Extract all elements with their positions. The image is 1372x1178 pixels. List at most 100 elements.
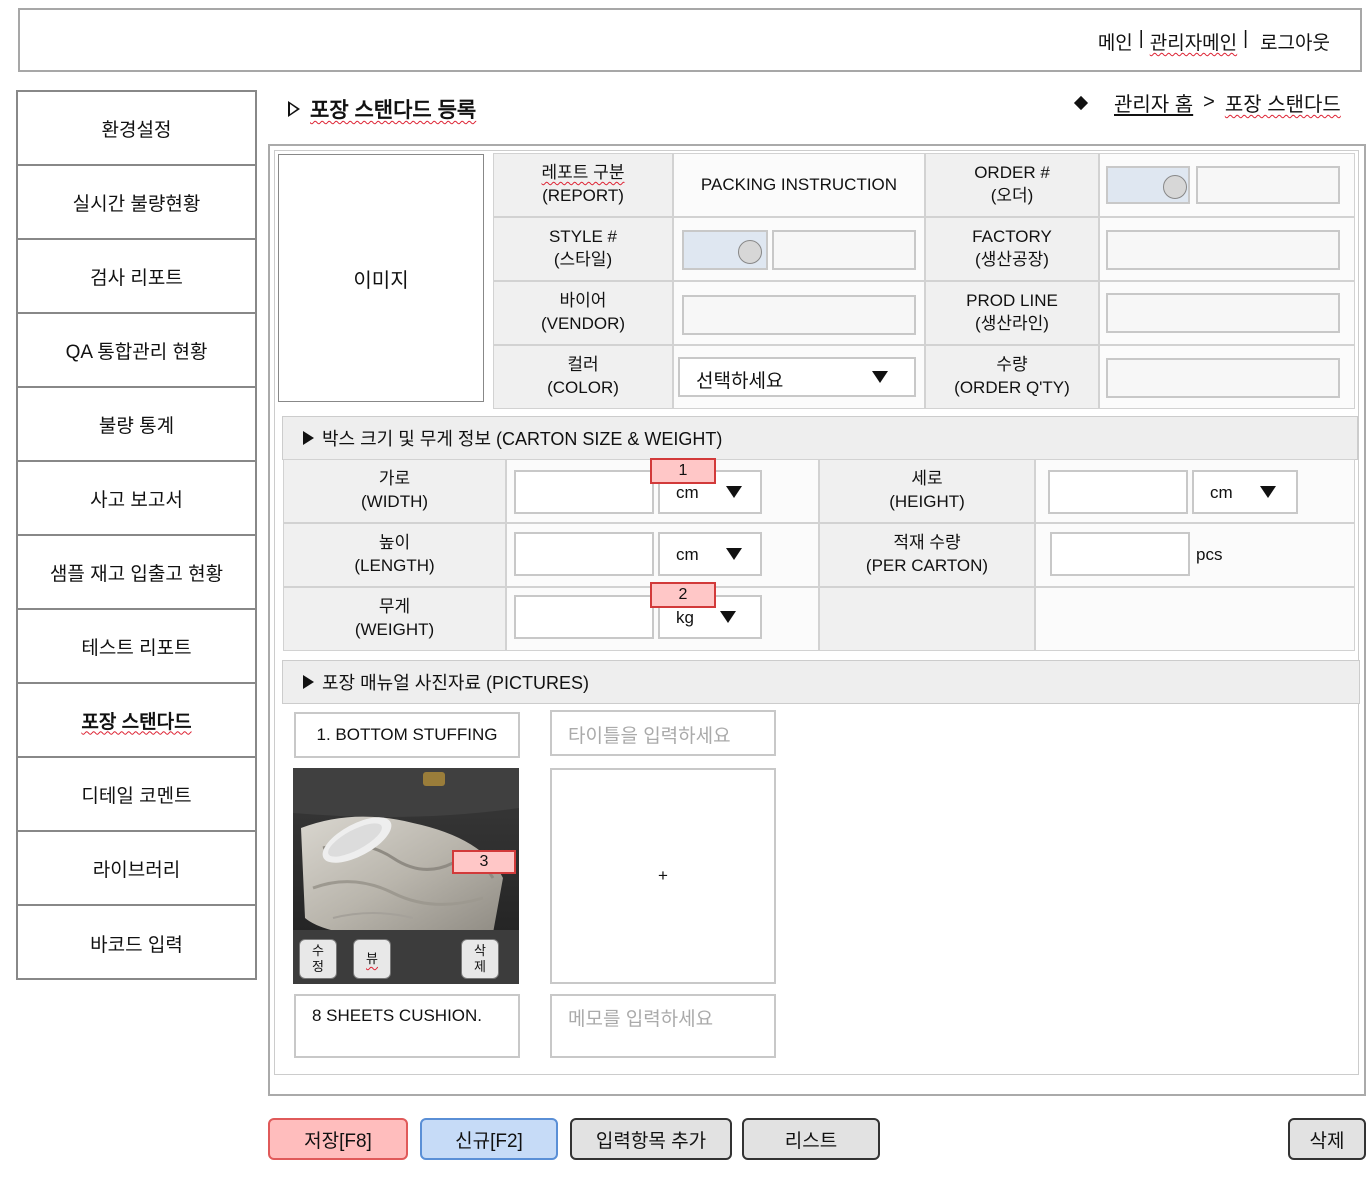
- view-photo-button[interactable]: 뷰: [353, 939, 391, 979]
- annotation-badge-1: 1: [650, 458, 716, 484]
- list-button-label: 리스트: [784, 1130, 838, 1152]
- image-upload-area[interactable]: 이미지: [278, 154, 484, 402]
- main-link[interactable]: 메인: [1098, 28, 1133, 55]
- delete-button-label: 삭제: [1309, 1130, 1345, 1152]
- prodline-input[interactable]: [1106, 293, 1340, 333]
- picture-memo-text: 8 SHEETS CUSHION.: [312, 1006, 483, 1025]
- sidebar-item-label: 바코드 입력: [90, 934, 183, 956]
- height-label-ko: 세로: [911, 469, 943, 489]
- qty-input[interactable]: [1106, 358, 1340, 398]
- empty-value-cell: [1035, 587, 1355, 651]
- length-label-en: (LENGTH): [354, 556, 435, 575]
- vendor-input[interactable]: [682, 295, 916, 335]
- picture-title-1[interactable]: 1. BOTTOM STUFFING: [294, 712, 520, 758]
- edit-photo-button[interactable]: 수정: [299, 939, 337, 979]
- add-photo-area[interactable]: +: [550, 768, 776, 984]
- sidebar: 환경설정 실시간 불량현황 검사 리포트 QA 통합관리 현황 불량 통계 사고…: [16, 90, 257, 980]
- breadcrumb-home-link[interactable]: 관리자 홈: [1114, 88, 1193, 117]
- search-circle-icon: [1163, 175, 1187, 199]
- dropdown-arrow-icon: [720, 611, 736, 623]
- diamond-icon: [1073, 95, 1089, 110]
- style-label-ko: (스타일): [553, 250, 613, 269]
- height-input[interactable]: [1048, 470, 1188, 514]
- height-unit-select[interactable]: cm: [1192, 470, 1298, 514]
- pictures-section-header: 포장 매뉴얼 사진자료 (PICTURES): [282, 660, 1360, 704]
- top-bar: 메인 | 관리자메인 | 로그아웃: [18, 8, 1362, 72]
- picture-memo-input-2[interactable]: 메모를 입력하세요: [550, 994, 776, 1058]
- per-carton-unit: pcs: [1196, 545, 1223, 564]
- height-label-en: (HEIGHT): [889, 492, 965, 511]
- factory-input[interactable]: [1106, 230, 1340, 270]
- breadcrumb-separator: >: [1203, 91, 1215, 113]
- dropdown-arrow-icon: [726, 548, 742, 560]
- sidebar-item-detail-comment[interactable]: 디테일 코멘트: [18, 758, 255, 832]
- picture-memo-1[interactable]: 8 SHEETS CUSHION.: [294, 994, 520, 1058]
- view-btn-label: 뷰: [366, 951, 378, 967]
- triangle-right-icon: [303, 675, 314, 689]
- sidebar-item-label: 샘플 재고 입출고 현황: [49, 563, 224, 585]
- order-label: ORDER # (오더): [925, 153, 1099, 217]
- per-carton-input[interactable]: [1050, 532, 1190, 576]
- badge-number: 2: [678, 586, 688, 603]
- order-input[interactable]: [1196, 166, 1340, 204]
- sidebar-item-incident-report[interactable]: 사고 보고서: [18, 462, 255, 536]
- sidebar-item-qa-management[interactable]: QA 통합관리 현황: [18, 314, 255, 388]
- color-label: 컬러 (COLOR): [493, 345, 673, 409]
- report-label-ko: 레포트 구분: [541, 163, 625, 183]
- carton-section-header: 박스 크기 및 무게 정보 (CARTON SIZE & WEIGHT): [282, 416, 1358, 460]
- order-search-button[interactable]: [1106, 166, 1190, 204]
- annotation-badge-3: 3: [452, 850, 516, 874]
- sidebar-item-test-report[interactable]: 테스트 리포트: [18, 610, 255, 684]
- top-links: 메인 | 관리자메인 | 로그아웃: [1098, 28, 1330, 55]
- sidebar-item-realtime-defects[interactable]: 실시간 불량현황: [18, 166, 255, 240]
- logout-link[interactable]: 로그아웃: [1260, 28, 1330, 55]
- picture-title-input-2[interactable]: 타이틀을 입력하세요: [550, 710, 776, 756]
- style-label-en: STYLE #: [548, 227, 618, 247]
- style-input[interactable]: [772, 230, 916, 270]
- list-button[interactable]: 리스트: [742, 1118, 880, 1160]
- delete-button[interactable]: 삭제: [1288, 1118, 1366, 1160]
- sidebar-item-settings[interactable]: 환경설정: [18, 92, 255, 166]
- width-input[interactable]: [514, 470, 654, 514]
- weight-input[interactable]: [514, 595, 654, 639]
- report-value-cell: PACKING INSTRUCTION: [673, 153, 925, 217]
- sidebar-item-sample-inventory[interactable]: 샘플 재고 입출고 현황: [18, 536, 255, 610]
- save-button[interactable]: 저장[F8]: [268, 1118, 408, 1160]
- sidebar-item-defect-stats[interactable]: 불량 통계: [18, 388, 255, 462]
- dropdown-arrow-icon: [726, 486, 742, 498]
- color-label-en: (COLOR): [547, 378, 619, 397]
- color-select[interactable]: 선택하세요: [678, 357, 916, 397]
- vendor-label-en: (VENDOR): [540, 314, 626, 333]
- sidebar-item-label: 실시간 불량현황: [72, 193, 201, 215]
- length-input[interactable]: [514, 532, 654, 576]
- add-field-button[interactable]: 입력항목 추가: [570, 1118, 732, 1160]
- plus-icon: +: [658, 866, 668, 885]
- sidebar-item-inspection-report[interactable]: 검사 리포트: [18, 240, 255, 314]
- width-label-en: (WIDTH): [360, 492, 429, 511]
- style-search-button[interactable]: [682, 230, 768, 270]
- new-button-label: 신규[F2]: [455, 1130, 523, 1152]
- sidebar-item-barcode-input[interactable]: 바코드 입력: [18, 906, 255, 980]
- sidebar-item-packing-standard[interactable]: 포장 스탠다드: [18, 684, 255, 758]
- separator: |: [1138, 28, 1144, 49]
- length-unit-select[interactable]: cm: [658, 532, 762, 576]
- sidebar-item-label: 테스트 리포트: [81, 637, 192, 659]
- width-label-ko: 가로: [378, 469, 411, 489]
- color-label-ko: 컬러: [567, 355, 599, 375]
- factory-label-en: FACTORY: [972, 227, 1052, 247]
- packing-photo[interactable]: 수정 뷰 삭제: [293, 768, 519, 984]
- save-button-label: 저장[F8]: [304, 1130, 372, 1152]
- delete-photo-button[interactable]: 삭제: [461, 939, 499, 979]
- report-label-en: (REPORT): [542, 186, 624, 205]
- length-unit-value: cm: [676, 545, 699, 564]
- sidebar-item-library[interactable]: 라이브러리: [18, 832, 255, 906]
- dropdown-arrow-icon: [1260, 486, 1276, 498]
- per-carton-label-ko: 적재 수량: [893, 533, 961, 553]
- new-button[interactable]: 신규[F2]: [420, 1118, 558, 1160]
- carton-section-title: 박스 크기 및 무게 정보 (CARTON SIZE & WEIGHT): [322, 429, 723, 449]
- admin-main-link[interactable]: 관리자메인: [1150, 28, 1237, 55]
- report-value: PACKING INSTRUCTION: [700, 175, 898, 194]
- vendor-label: 바이어 (VENDOR): [493, 281, 673, 345]
- order-label-en: ORDER #: [974, 163, 1050, 183]
- color-select-value: 선택하세요: [696, 371, 784, 392]
